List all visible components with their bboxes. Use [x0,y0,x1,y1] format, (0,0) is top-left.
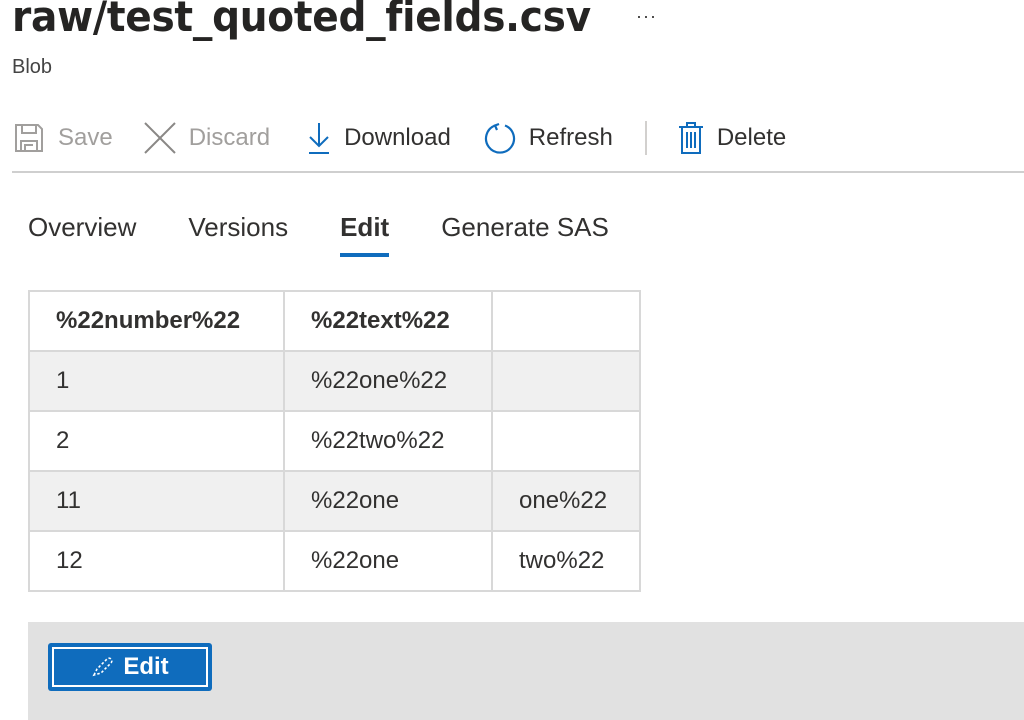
download-icon [306,121,332,155]
csv-preview-table: %22number%22 %22text%22 1 %22one%22 2 %2… [28,290,641,592]
column-header [491,290,641,352]
blob-edit-page: raw/test_quoted_fields.csv ··· Blob Save… [0,0,1024,720]
table-cell: two%22 [491,530,641,592]
table-row: 2 %22two%22 [28,410,641,472]
delete-label: Delete [716,124,787,151]
trash-icon [677,121,705,155]
more-options-button[interactable]: ··· [636,6,657,27]
table-cell: %22one [283,470,493,532]
table-cell [491,350,641,412]
table-cell: 2 [28,410,285,472]
page-subtitle: Blob [12,56,53,78]
table-cell: 1 [28,350,285,412]
table-cell: 12 [28,530,285,592]
discard-button[interactable]: Discard [143,118,270,158]
close-icon [143,121,177,155]
save-button[interactable]: Save [12,118,113,158]
table-row: 1 %22one%22 [28,350,641,412]
edit-pencil-icon [91,655,115,679]
table-cell: 11 [28,470,285,532]
save-label: Save [58,124,113,151]
edit-button-label: Edit [123,653,169,680]
tab-versions[interactable]: Versions [188,212,288,257]
download-label: Download [344,124,451,151]
table-cell: %22one [283,530,493,592]
tab-overview[interactable]: Overview [28,212,136,257]
tab-edit[interactable]: Edit [340,212,390,257]
tab-list: Overview Versions Edit Generate SAS [28,212,661,257]
delete-button[interactable]: Delete [677,118,786,158]
table-cell [491,410,641,472]
toolbar-separator [644,121,647,155]
editor-action-panel: Edit [28,622,1024,720]
tab-generate-sas[interactable]: Generate SAS [441,212,609,257]
table-header-row: %22number%22 %22text%22 [28,290,641,352]
discard-label: Discard [188,124,271,151]
toolbar-divider [12,171,1024,173]
command-bar: Save Discard Download Refresh Delete [12,112,1024,164]
column-header: %22text%22 [283,290,493,352]
table-row: 12 %22one two%22 [28,530,641,592]
refresh-button[interactable]: Refresh [483,118,613,158]
refresh-label: Refresh [528,124,613,151]
table-row: 11 %22one one%22 [28,470,641,532]
table-cell: one%22 [491,470,641,532]
column-header: %22number%22 [28,290,285,352]
save-icon [12,121,46,155]
edit-button[interactable]: Edit [48,643,212,691]
page-title: raw/test_quoted_fields.csv [12,0,591,41]
refresh-icon [483,121,517,155]
download-button[interactable]: Download [306,118,451,158]
table-cell: %22two%22 [283,410,493,472]
table-cell: %22one%22 [283,350,493,412]
